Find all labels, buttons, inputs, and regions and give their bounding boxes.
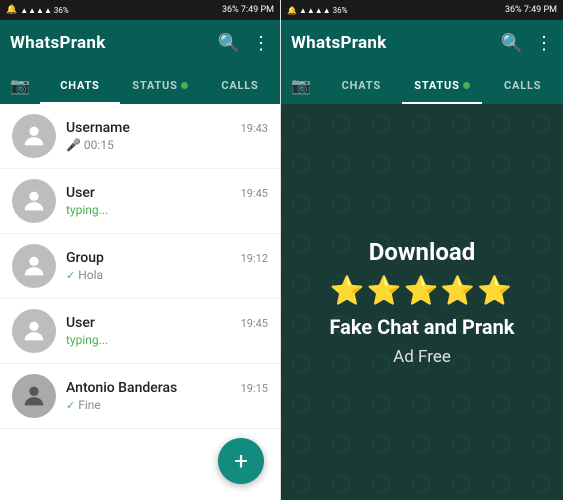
chat-top: Antonio Banderas 19:15: [66, 380, 268, 396]
chat-name: Antonio Banderas: [66, 380, 177, 396]
left-tabs: 📷 CHATS STATUS CALLS: [0, 66, 280, 104]
avatar: [12, 244, 56, 288]
right-tab-status[interactable]: STATUS: [402, 67, 483, 104]
chat-top: User 19:45: [66, 185, 268, 201]
chat-name: Username: [66, 120, 130, 136]
status-dot: [181, 82, 188, 89]
chat-name: Group: [66, 250, 104, 266]
chat-name: User: [66, 185, 95, 201]
check-icon: ✓: [66, 269, 75, 282]
promo-stars: ⭐⭐⭐⭐⭐: [330, 274, 514, 307]
right-tab-chats[interactable]: CHATS: [321, 67, 402, 104]
chat-list-container: Username 19:43 🎤 00:15 User 19:45: [0, 104, 280, 500]
chat-preview: ✓ Hola: [66, 268, 268, 282]
right-status-dot: [463, 82, 470, 89]
chat-name: User: [66, 315, 95, 331]
fab-button[interactable]: +: [218, 438, 264, 484]
chat-list: Username 19:43 🎤 00:15 User 19:45: [0, 104, 280, 429]
chat-preview: ✓ Fine: [66, 398, 268, 412]
right-status-bar: 🔔 ▲▲▲▲ 36% 36% 7:49 PM: [281, 0, 563, 20]
notification-icon: 🔔: [6, 5, 17, 15]
list-item[interactable]: User 19:45 typing...: [0, 169, 280, 234]
promo-title: Fake Chat and Prank: [330, 315, 515, 339]
list-item[interactable]: Username 19:43 🎤 00:15: [0, 104, 280, 169]
left-panel: 🔔 ▲▲▲▲ 36% 36% 7:49 PM WhatsPrank 🔍 ⋮ 📷 …: [0, 0, 281, 500]
right-status-time: 36% 7:49 PM: [505, 5, 557, 15]
right-tabs: 📷 CHATS STATUS CALLS: [281, 66, 563, 104]
chat-time: 19:15: [241, 382, 268, 395]
tab-chats[interactable]: CHATS: [40, 67, 120, 104]
avatar: [12, 114, 56, 158]
status-label: STATUS: [132, 79, 177, 92]
promo-content: Download ⭐⭐⭐⭐⭐ Fake Chat and Prank Ad Fr…: [281, 104, 563, 500]
promo-subtitle: Ad Free: [393, 347, 451, 367]
list-item[interactable]: Group 19:12 ✓ Hola: [0, 234, 280, 299]
right-header-icons: 🔍 ⋮: [501, 33, 553, 54]
chat-top: User 19:45: [66, 315, 268, 331]
status-bar-left-icons: 🔔 ▲▲▲▲ 36%: [6, 5, 69, 15]
left-status-bar: 🔔 ▲▲▲▲ 36% 36% 7:49 PM: [0, 0, 280, 20]
avatar: [12, 179, 56, 223]
chat-top: Group 19:12: [66, 250, 268, 266]
chat-time: 19:45: [241, 317, 268, 330]
right-tab-calls[interactable]: CALLS: [482, 67, 563, 104]
list-item[interactable]: User 19:45 typing...: [0, 299, 280, 364]
left-app-title: WhatsPrank: [10, 33, 106, 53]
avatar: [12, 374, 56, 418]
tab-calls[interactable]: CALLS: [200, 67, 280, 104]
chat-top: Username 19:43: [66, 120, 268, 136]
status-bar-time: 36% 7:49 PM: [222, 5, 274, 15]
chat-preview: typing...: [66, 333, 268, 347]
right-app-header: WhatsPrank 🔍 ⋮: [281, 20, 563, 66]
mic-icon: 🎤: [66, 138, 81, 152]
right-app-title: WhatsPrank: [291, 33, 387, 53]
promo-download-text: Download: [369, 238, 475, 266]
chat-content: User 19:45 typing...: [66, 315, 268, 347]
check-icon: ✓: [66, 399, 75, 412]
chat-content: User 19:45 typing...: [66, 185, 268, 217]
avatar: [12, 309, 56, 353]
chat-time: 19:45: [241, 187, 268, 200]
right-menu-icon[interactable]: ⋮: [535, 33, 553, 54]
chat-time: 19:43: [241, 122, 268, 135]
tab-status[interactable]: STATUS: [120, 67, 200, 104]
chat-content: Username 19:43 🎤 00:15: [66, 120, 268, 152]
chat-content: Group 19:12 ✓ Hola: [66, 250, 268, 282]
camera-tab[interactable]: 📷: [0, 76, 40, 95]
chat-time: 19:12: [241, 252, 268, 265]
list-item[interactable]: Antonio Banderas 19:15 ✓ Fine: [0, 364, 280, 429]
left-app-header: WhatsPrank 🔍 ⋮: [0, 20, 280, 66]
right-camera-tab[interactable]: 📷: [281, 76, 321, 95]
search-icon[interactable]: 🔍: [218, 33, 240, 54]
chat-preview: 🎤 00:15: [66, 138, 268, 152]
left-header-icons: 🔍 ⋮: [218, 33, 270, 54]
chat-content: Antonio Banderas 19:15 ✓ Fine: [66, 380, 268, 412]
signal-icons: ▲▲▲▲ 36%: [20, 6, 69, 15]
right-status-label: STATUS: [414, 79, 459, 92]
right-search-icon[interactable]: 🔍: [501, 33, 523, 54]
chat-preview: typing...: [66, 203, 268, 217]
right-panel: 🔔 ▲▲▲▲ 36% 36% 7:49 PM WhatsPrank 🔍 ⋮ 📷 …: [281, 0, 563, 500]
right-status-left: 🔔 ▲▲▲▲ 36%: [287, 6, 347, 15]
menu-icon[interactable]: ⋮: [252, 33, 270, 54]
